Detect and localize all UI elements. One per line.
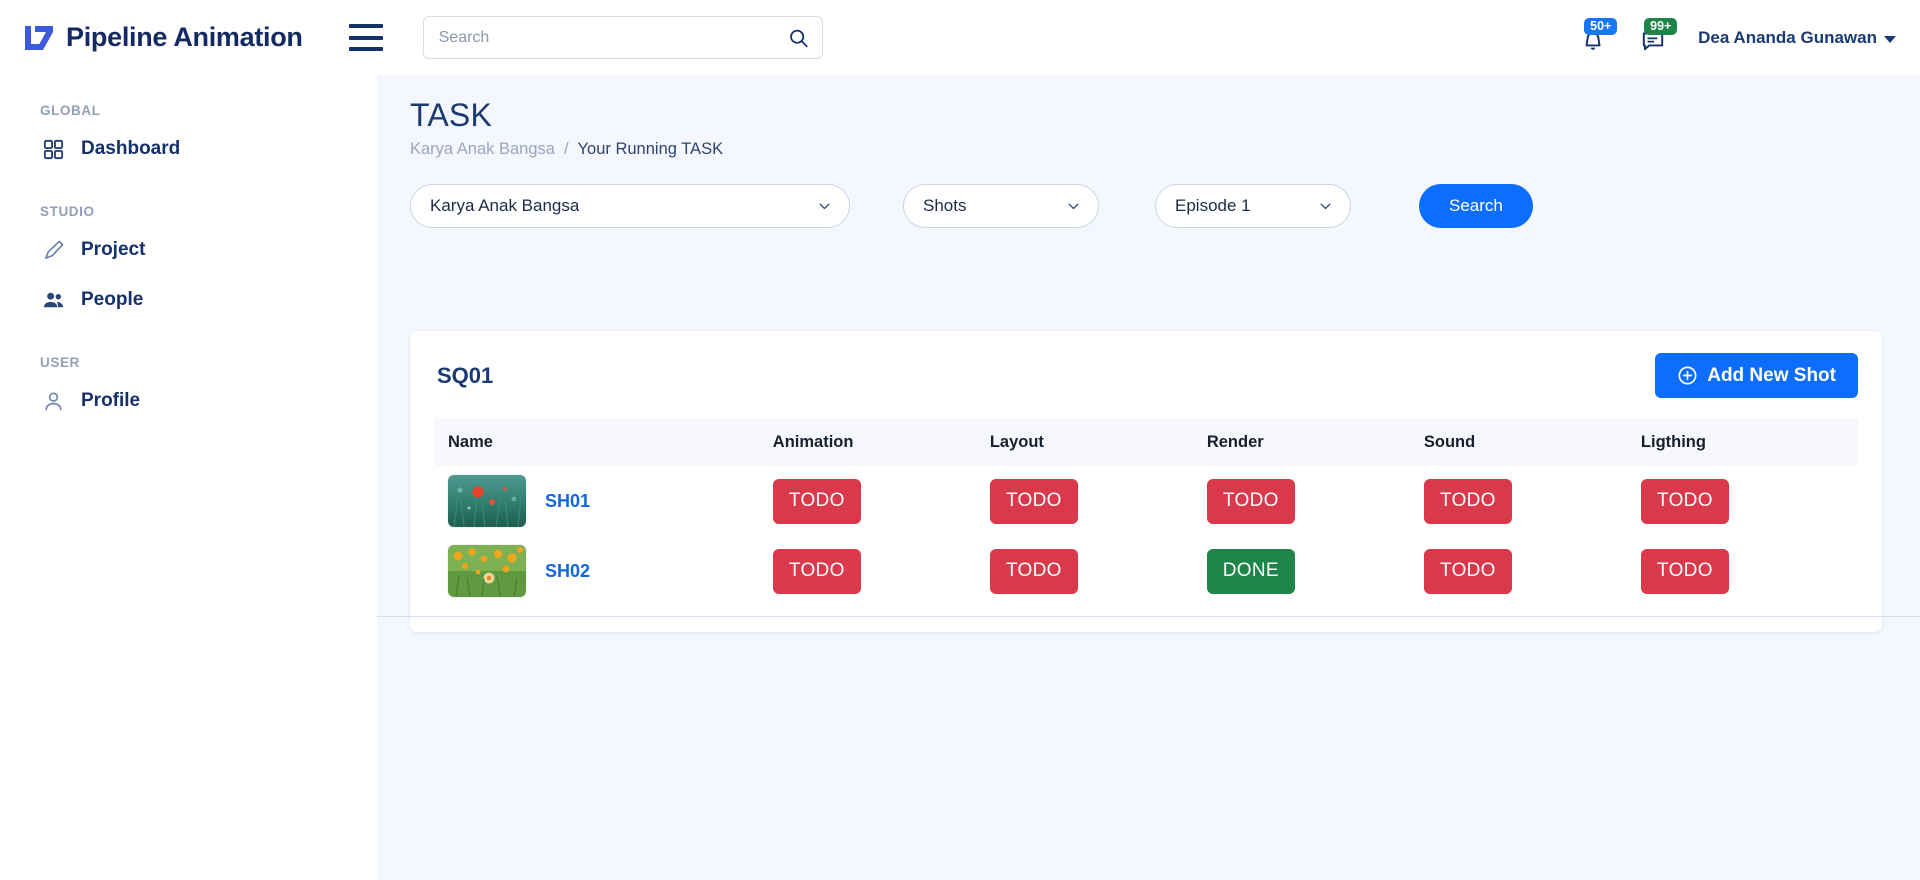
marigold-field-thumbnail[interactable]	[448, 545, 526, 597]
sidebar: GLOBAL Dashboard STUDIO Project People U…	[0, 75, 377, 880]
sequence-card-header: SQ01 Add New Shot	[434, 353, 1858, 398]
sidebar-group-label-user: USER	[40, 355, 80, 370]
table-row: SH02 TODO TODO DONE TODO TODO	[434, 536, 1858, 606]
column-header-animation: Animation	[772, 418, 990, 466]
status-badge[interactable]: TODO	[772, 548, 861, 594]
status-badge[interactable]: TODO	[1206, 478, 1295, 524]
hamburger-bar	[348, 35, 383, 40]
shot-link[interactable]: SH01	[545, 491, 590, 512]
column-header-sound: Sound	[1423, 418, 1641, 466]
sidebar-item-label: Project	[81, 239, 146, 260]
column-header-ligthing: Ligthing	[1640, 418, 1858, 466]
status-cell-layout: TODO	[989, 536, 1207, 606]
filter-bar: Karya Anak Bangsa Shots Episode 1 Search	[410, 184, 1920, 228]
sidebar-group-label-studio: STUDIO	[40, 204, 95, 219]
column-header-render: Render	[1206, 418, 1424, 466]
table-header-row: Name Animation Layout Render Sound Ligth…	[434, 418, 1858, 466]
status-cell-animation: TODO	[772, 466, 990, 536]
breadcrumb-parent[interactable]: Karya Anak Bangsa	[410, 140, 555, 159]
brand-logo[interactable]: Pipeline Animation	[22, 21, 303, 55]
status-cell-render: TODO	[1206, 466, 1424, 536]
search-filter-button[interactable]: Search	[1419, 184, 1533, 228]
user-icon	[42, 390, 65, 413]
entity-type-select-value: Shots	[923, 196, 967, 215]
sidebar-item-label: Dashboard	[81, 138, 181, 159]
hamburger-bar	[348, 47, 383, 51]
status-cell-sound: TODO	[1423, 536, 1641, 606]
top-header-bar: Pipeline Animation 50+ 99+	[0, 0, 1920, 75]
shots-table-body: SH01 TODO TODO TODO TODO TODO SH02 TODO …	[434, 466, 1858, 606]
pencil-icon	[42, 239, 65, 262]
user-name: Dea Ananda Gunawan	[1698, 27, 1877, 47]
status-cell-animation: TODO	[772, 536, 990, 606]
episode-select-value: Episode 1	[1175, 196, 1251, 215]
shots-table: Name Animation Layout Render Sound Ligth…	[434, 418, 1858, 606]
status-badge[interactable]: TODO	[989, 548, 1078, 594]
chevron-down-icon	[1318, 199, 1333, 214]
brand-name: Pipeline Animation	[66, 22, 303, 52]
breadcrumb-separator: /	[563, 140, 569, 158]
entity-type-select[interactable]: Shots	[903, 184, 1099, 228]
plus-circle-icon	[1677, 365, 1698, 386]
sidebar-group-label-global: GLOBAL	[40, 103, 101, 118]
table-row: SH01 TODO TODO TODO TODO TODO	[434, 466, 1858, 536]
status-cell-ligthing: TODO	[1640, 466, 1858, 536]
hamburger-menu-icon[interactable]	[348, 24, 383, 51]
poppy-meadow-thumbnail[interactable]	[448, 475, 526, 527]
messages-button[interactable]: 99+	[1638, 17, 1678, 58]
project-select-value: Karya Anak Bangsa	[430, 196, 580, 215]
pipeline-logo-icon	[22, 21, 56, 55]
sidebar-item-dashboard[interactable]: Dashboard	[0, 124, 377, 174]
status-badge[interactable]: TODO	[1423, 548, 1512, 594]
chevron-down-icon	[1066, 199, 1081, 214]
search-input[interactable]	[423, 17, 822, 58]
add-new-shot-label: Add New Shot	[1707, 364, 1836, 386]
notifications-badge: 50+	[1584, 17, 1618, 35]
notifications-button[interactable]: 50+	[1578, 17, 1618, 58]
user-menu[interactable]: Dea Ananda Gunawan	[1698, 28, 1896, 48]
status-cell-ligthing: TODO	[1640, 536, 1858, 606]
sequence-title: SQ01	[437, 362, 494, 388]
column-header-name: Name	[434, 418, 773, 466]
shot-name-cell: SH02	[434, 536, 773, 606]
sequence-card: SQ01 Add New Shot Name Animation Layout	[410, 331, 1882, 632]
episode-select[interactable]: Episode 1	[1155, 184, 1351, 228]
shot-link[interactable]: SH02	[545, 561, 590, 582]
breadcrumb-current: Your Running TASK	[577, 140, 724, 158]
shots-table-header: Name Animation Layout Render Sound Ligth…	[434, 418, 1858, 466]
status-cell-layout: TODO	[989, 466, 1207, 536]
global-search	[422, 16, 823, 59]
status-cell-sound: TODO	[1423, 466, 1641, 536]
search-icon[interactable]	[788, 27, 809, 48]
sidebar-item-project[interactable]: Project	[0, 225, 377, 275]
status-badge[interactable]: TODO	[772, 478, 861, 524]
content-divider	[377, 616, 1920, 617]
project-select[interactable]: Karya Anak Bangsa	[410, 184, 850, 228]
status-badge[interactable]: TODO	[1640, 548, 1729, 594]
status-badge[interactable]: DONE	[1206, 548, 1295, 594]
breadcrumb: Karya Anak Bangsa / Your Running TASK	[410, 140, 1920, 159]
people-icon	[42, 289, 65, 312]
status-badge[interactable]: TODO	[1640, 478, 1729, 524]
page-title: TASK	[410, 97, 493, 133]
grid-icon	[42, 138, 65, 161]
status-badge[interactable]: TODO	[989, 478, 1078, 524]
column-header-layout: Layout	[989, 418, 1207, 466]
main-content: TASK Karya Anak Bangsa / Your Running TA…	[377, 75, 1920, 880]
chevron-down-icon	[1884, 35, 1896, 43]
header-actions: 50+ 99+ Dea Ananda Gunawan	[1578, 17, 1896, 58]
messages-badge: 99+	[1644, 17, 1678, 35]
status-cell-render: DONE	[1206, 536, 1424, 606]
hamburger-bar	[348, 24, 383, 28]
sidebar-item-people[interactable]: People	[0, 275, 377, 325]
add-new-shot-button[interactable]: Add New Shot	[1655, 353, 1858, 398]
shot-name-cell: SH01	[434, 466, 773, 536]
sidebar-item-label: Profile	[81, 390, 141, 411]
sidebar-item-profile[interactable]: Profile	[0, 376, 377, 426]
sidebar-item-label: People	[81, 289, 144, 310]
status-badge[interactable]: TODO	[1423, 478, 1512, 524]
chevron-down-icon	[817, 199, 832, 214]
